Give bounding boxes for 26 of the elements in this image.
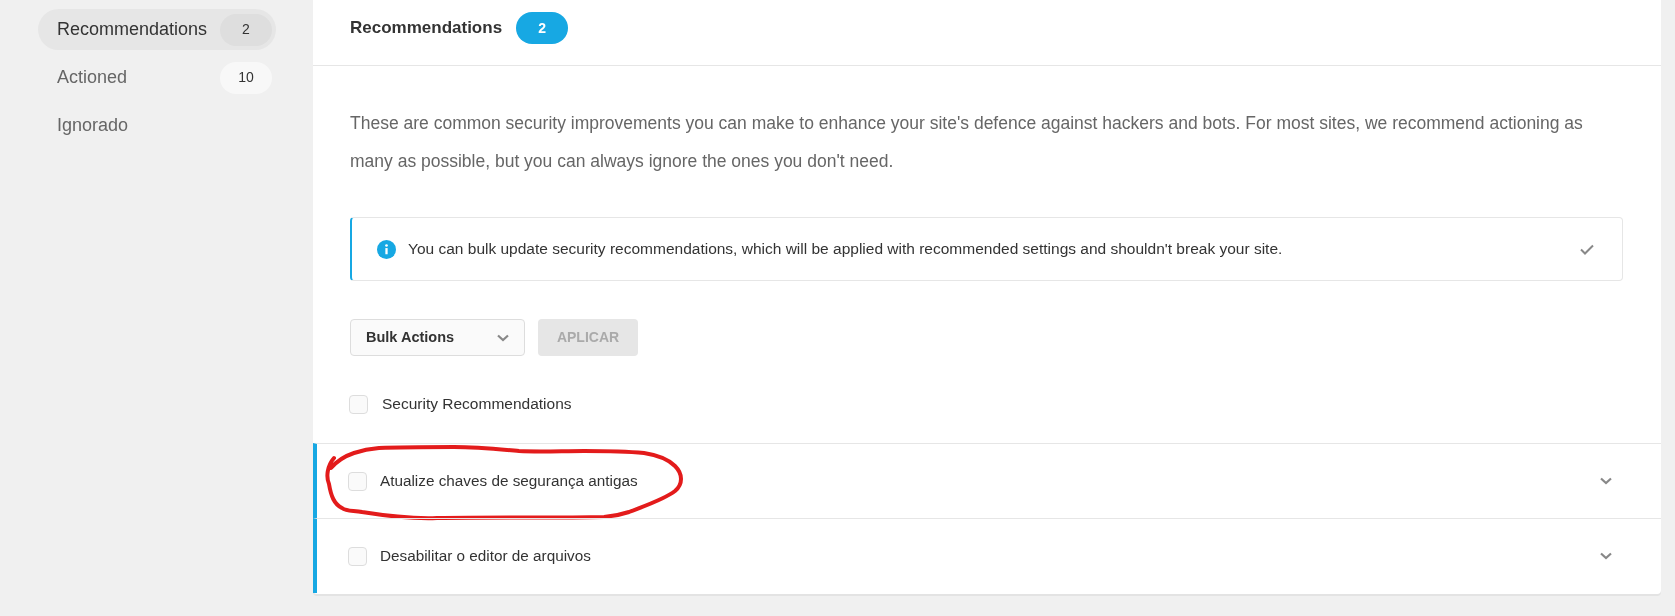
sidebar-item-label: Recommendations bbox=[57, 18, 208, 41]
chevron-down-icon[interactable] bbox=[1600, 477, 1612, 485]
description-text: These are common security improvements you can make to enhance your site's defence against hackers and bots. For most sites, we recommend actioning as many as possible, but you can always ignore the ones you don't need. bbox=[350, 112, 1584, 173]
info-icon bbox=[377, 239, 396, 259]
chevron-down-icon[interactable] bbox=[1600, 552, 1612, 560]
checkbox[interactable] bbox=[349, 394, 368, 414]
recommendation-row[interactable]: Atualize chaves de segurança antigas bbox=[313, 443, 1661, 518]
sidebar-item-label: Actioned bbox=[57, 66, 128, 89]
count-badge: 10 bbox=[220, 61, 272, 94]
bulk-actions-dropdown[interactable]: Bulk Actions bbox=[350, 319, 525, 356]
section-title: Recommendations bbox=[350, 17, 503, 40]
sidebar-item-label: Ignorado bbox=[57, 114, 129, 137]
checkbox[interactable] bbox=[348, 546, 367, 566]
notice-text: You can bulk update security recommendations, which will be applied with recommended settings and shouldn't break your site. bbox=[408, 239, 1284, 260]
sidebar-item[interactable]: Actioned 10 bbox=[38, 57, 276, 98]
checkbox[interactable] bbox=[348, 471, 367, 491]
count-badge: 2 bbox=[220, 13, 272, 46]
recommendation-label: Atualize chaves de segurança antigas bbox=[380, 470, 639, 491]
select-all-label: Security Recommendations bbox=[382, 394, 572, 415]
recommendation-row[interactable]: Desabilitar o editor de arquivos bbox=[313, 518, 1661, 593]
sidebar-item[interactable]: Ignorado bbox=[38, 105, 276, 146]
recommendation-label: Desabilitar o editor de arquivos bbox=[380, 545, 592, 566]
check-icon[interactable] bbox=[1580, 243, 1594, 255]
chevron-down-icon[interactable] bbox=[497, 333, 509, 342]
sidebar-item[interactable]: Recommendations 2 bbox=[38, 9, 276, 50]
count-badge: 2 bbox=[516, 12, 569, 44]
